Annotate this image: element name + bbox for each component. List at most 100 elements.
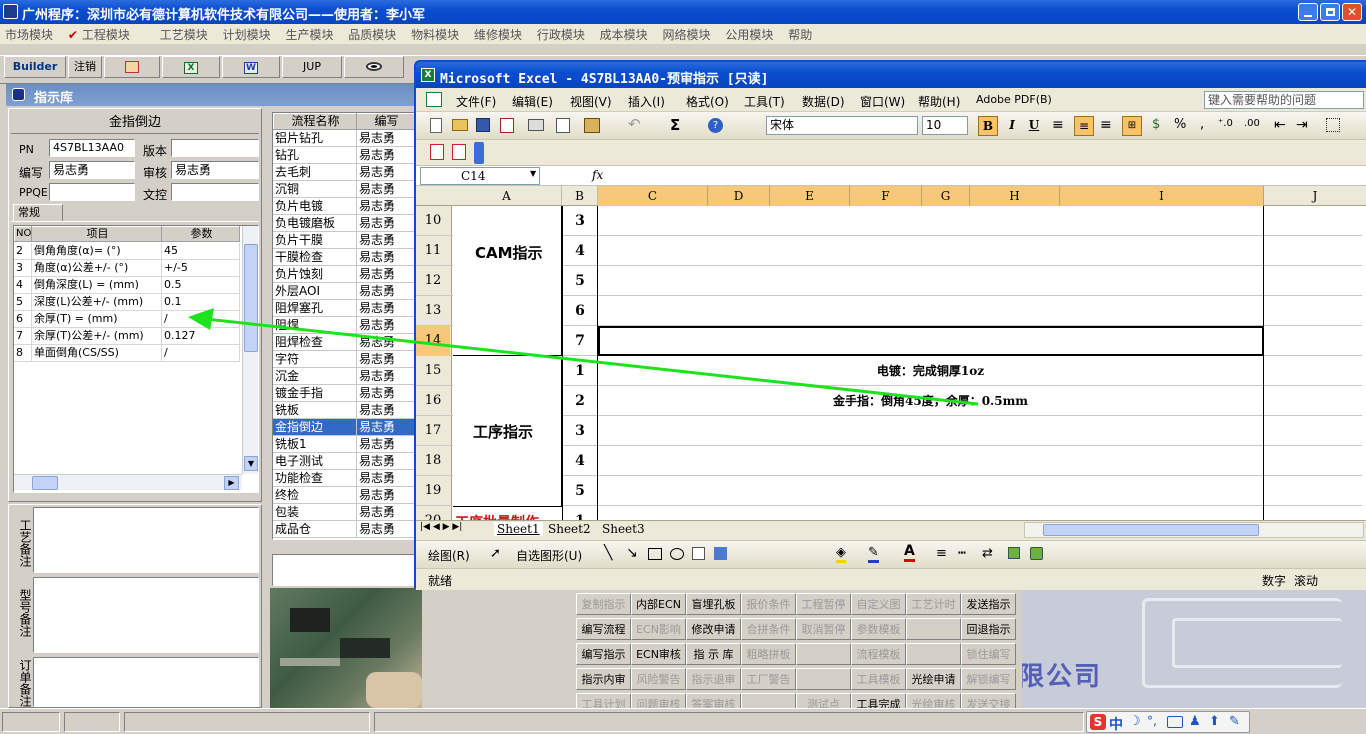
chevron-right-icon[interactable]: ▶	[224, 476, 239, 490]
arrow-style-icon[interactable]: ⇄	[982, 546, 993, 561]
process-row[interactable]: 负片蚀刻 易志勇	[273, 266, 415, 283]
function-button[interactable]: 工厂警告	[741, 668, 796, 690]
row-number[interactable]: 12	[416, 266, 450, 296]
process-row[interactable]: 铣板 易志勇	[273, 402, 415, 419]
column-header-j[interactable]: J	[1264, 186, 1366, 206]
menu-network[interactable]: 网络模块	[663, 26, 711, 43]
menu-production[interactable]: 生产模块	[285, 26, 333, 43]
excel-button[interactable]: X	[162, 56, 220, 78]
process-row[interactable]: 外层AOI 易志勇	[273, 283, 415, 300]
excel-menu-window[interactable]: 窗口(W)	[860, 93, 905, 110]
process-row[interactable]: 沉金 易志勇	[273, 368, 415, 385]
model-note-field[interactable]	[33, 577, 259, 653]
eye-button[interactable]	[344, 56, 404, 78]
param-cell-param[interactable]: /	[162, 345, 240, 362]
pdf-convert-icon[interactable]	[430, 144, 444, 160]
italic-button[interactable]: I	[1002, 116, 1022, 136]
process-row[interactable]: 终检 易志勇	[273, 487, 415, 504]
undo-icon[interactable]: ↶	[628, 115, 641, 133]
wordart-icon[interactable]	[714, 547, 727, 560]
function-button[interactable]: 工具完成	[851, 693, 906, 708]
order-note-field[interactable]	[33, 657, 259, 707]
editor-field[interactable]: 易志勇	[49, 161, 135, 179]
step-number-cell[interactable]: 5	[562, 266, 598, 296]
maximize-button[interactable]	[1320, 3, 1340, 21]
fill-color-icon[interactable]: ◈	[836, 545, 846, 563]
excel-menu-edit[interactable]: 编辑(E)	[512, 93, 553, 110]
function-button[interactable]	[906, 618, 961, 640]
align-center-icon[interactable]: ≡	[1074, 116, 1094, 136]
function-button[interactable]: 风险警告	[631, 668, 686, 690]
param-cell-param[interactable]: 0.1	[162, 294, 240, 311]
menu-plan[interactable]: 计划模块	[223, 26, 271, 43]
sheet-tab-2[interactable]: Sheet2	[548, 522, 591, 536]
function-button[interactable]: ECN影响	[631, 618, 686, 640]
function-button[interactable]: 光绘审核	[906, 693, 961, 708]
column-header-g[interactable]: G	[922, 186, 970, 206]
instruction-cell[interactable]	[598, 296, 1264, 326]
report-button[interactable]	[104, 56, 160, 78]
instruction-cell[interactable]	[598, 506, 1264, 520]
row-number[interactable]: 20	[416, 506, 450, 520]
process-row[interactable]: 金指倒边 易志勇	[273, 419, 415, 436]
row-number[interactable]: 18	[416, 446, 450, 476]
step-number-cell[interactable]: 1	[562, 356, 598, 386]
oval-icon[interactable]	[670, 548, 684, 560]
function-button[interactable]: 锁住编写	[961, 643, 1016, 665]
pdf-mail-icon[interactable]	[452, 144, 466, 160]
function-button[interactable]: 复制指示	[576, 593, 631, 615]
function-button[interactable]: 工具计划	[576, 693, 631, 708]
first-sheet-icon[interactable]: |◀ ◀ ▶ ▶|	[420, 522, 462, 532]
sheet-hscroll[interactable]	[1024, 522, 1364, 538]
instruction-cell[interactable]	[598, 476, 1264, 506]
function-button[interactable]: 编写流程	[576, 618, 631, 640]
row-number[interactable]: 13	[416, 296, 450, 326]
currency-icon[interactable]: $	[1152, 117, 1160, 132]
pn-field[interactable]: 4S7BL13AA0	[49, 139, 135, 157]
ime-mode[interactable]: 中	[1109, 714, 1123, 734]
builder-button[interactable]: Builder	[4, 56, 66, 78]
function-button[interactable]: 测试点	[796, 693, 851, 708]
rectangle-icon[interactable]	[648, 548, 662, 560]
function-button[interactable]	[796, 668, 851, 690]
name-box[interactable]: C14	[420, 167, 540, 185]
logout-button[interactable]: 注销	[68, 56, 102, 78]
process-row[interactable]: 电子测试 易志勇	[273, 453, 415, 470]
selected-cell-c14[interactable]	[598, 326, 1264, 356]
print-icon[interactable]	[528, 119, 544, 131]
paste-icon[interactable]	[584, 118, 600, 133]
menu-quality[interactable]: 品质模块	[348, 26, 396, 43]
row-number[interactable]: 11	[416, 236, 450, 266]
line-icon[interactable]: ╲	[604, 545, 612, 561]
help-question-input[interactable]: 键入需要帮助的问题	[1204, 91, 1364, 109]
excel-doc-icon[interactable]	[426, 92, 442, 107]
row-number[interactable]: 15	[416, 356, 450, 386]
borders-icon[interactable]	[1326, 118, 1340, 132]
function-button[interactable]: 工具模板	[851, 668, 906, 690]
step-number-cell[interactable]: 7	[562, 326, 598, 356]
new-icon[interactable]	[430, 118, 442, 133]
toolbar-options-icon[interactable]	[474, 142, 484, 164]
menu-material[interactable]: 物料模块	[411, 26, 459, 43]
sum-icon[interactable]: Σ	[670, 116, 680, 134]
function-button[interactable]: 指示退审	[686, 668, 741, 690]
column-header-b[interactable]: B	[562, 186, 598, 206]
bold-button[interactable]: B	[978, 116, 998, 136]
process-row[interactable]: 阻焊塞孔 易志勇	[273, 300, 415, 317]
doc-field[interactable]	[171, 183, 259, 201]
function-button[interactable]	[741, 693, 796, 708]
function-button[interactable]: 光绘申请	[906, 668, 961, 690]
instruction-cell[interactable]: 电镀：完成铜厚1oz	[598, 356, 1264, 386]
function-button[interactable]: 内部ECN	[631, 593, 686, 615]
instruction-cell[interactable]: 金手指：倒角45度，余厚：0.5mm	[598, 386, 1264, 416]
step-number-cell[interactable]: 3	[562, 416, 598, 446]
param-cell-param[interactable]: /	[162, 311, 240, 328]
column-header-f[interactable]: F	[850, 186, 922, 206]
param-cell-param[interactable]: 0.5	[162, 277, 240, 294]
save-icon[interactable]	[476, 118, 490, 132]
function-button[interactable]: 流程模板	[851, 643, 906, 665]
menu-process[interactable]: 工艺模块	[160, 26, 208, 43]
autoshape-menu[interactable]: 自选图形(U)	[516, 547, 582, 564]
function-button[interactable]: 工艺计时	[906, 593, 961, 615]
menu-engineering[interactable]: 工程模块	[82, 26, 130, 43]
